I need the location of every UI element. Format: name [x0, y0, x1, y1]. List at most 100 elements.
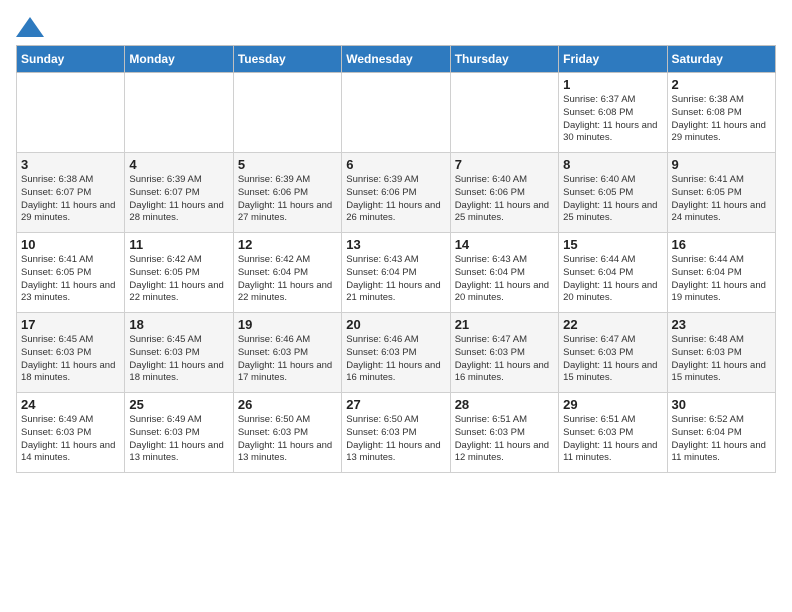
calendar-cell	[125, 73, 233, 153]
calendar-cell: 28Sunrise: 6:51 AMSunset: 6:03 PMDayligh…	[450, 393, 558, 473]
day-info: Sunset: 6:03 PM	[563, 347, 662, 360]
day-info: Daylight: 11 hours and 14 minutes.	[21, 440, 120, 466]
day-info: Sunrise: 6:41 AM	[672, 174, 771, 187]
day-number: 20	[346, 317, 445, 332]
calendar-cell: 20 Sunrise: 6:46 AMSunset: 6:03 PMDayligh…	[342, 313, 450, 393]
day-info: Sunset: 6:03 PM	[346, 347, 445, 360]
day-number: 19	[238, 317, 337, 332]
day-info: Sunrise: 6:39 AM	[238, 174, 337, 187]
day-info: Sunrise: 6:49 AM	[21, 414, 120, 427]
day-info: Sunrise: 6:43 AM	[455, 254, 554, 267]
day-info: Sunrise: 6:46 AM	[238, 334, 337, 347]
day-number: 26	[238, 397, 337, 412]
day-header-tuesday: Tuesday	[233, 46, 341, 73]
day-number: 3	[21, 157, 120, 172]
day-info: Sunset: 6:06 PM	[346, 187, 445, 200]
calendar-cell: 16Sunrise: 6:44 AMSunset: 6:04 PMDayligh…	[667, 233, 775, 313]
day-number: 17	[21, 317, 120, 332]
day-info: Daylight: 11 hours and 22 minutes.	[129, 280, 228, 306]
day-info: Daylight: 11 hours and 25 minutes.	[455, 200, 554, 226]
day-number: 13	[346, 237, 445, 252]
day-number: 23	[672, 317, 771, 332]
day-info: Sunset: 6:03 PM	[21, 347, 120, 360]
calendar-cell: 26Sunrise: 6:50 AMSunset: 6:03 PMDayligh…	[233, 393, 341, 473]
day-info: Sunrise: 6:50 AM	[346, 414, 445, 427]
day-info: Daylight: 11 hours and 13 minutes.	[129, 440, 228, 466]
day-info: Daylight: 11 hours and 30 minutes.	[563, 120, 662, 146]
day-header-wednesday: Wednesday	[342, 46, 450, 73]
day-info: Daylight: 11 hours and 16 minutes.	[346, 360, 445, 386]
calendar-header-row: SundayMondayTuesdayWednesdayThursdayFrid…	[17, 46, 776, 73]
day-info: Daylight: 11 hours and 11 minutes.	[563, 440, 662, 466]
calendar-cell: 2Sunrise: 6:38 AMSunset: 6:08 PMDaylight…	[667, 73, 775, 153]
day-info: Sunset: 6:03 PM	[129, 427, 228, 440]
day-info: Sunrise: 6:48 AM	[672, 334, 771, 347]
day-info: Sunrise: 6:52 AM	[672, 414, 771, 427]
day-number: 7	[455, 157, 554, 172]
day-number: 1	[563, 77, 662, 92]
calendar-cell: 19Sunrise: 6:46 AMSunset: 6:03 PMDayligh…	[233, 313, 341, 393]
day-number: 9	[672, 157, 771, 172]
day-number: 6	[346, 157, 445, 172]
day-info: Sunrise: 6:43 AM	[346, 254, 445, 267]
day-number: 15	[563, 237, 662, 252]
day-header-sunday: Sunday	[17, 46, 125, 73]
calendar-cell: 17Sunrise: 6:45 AMSunset: 6:03 PMDayligh…	[17, 313, 125, 393]
day-number: 11	[129, 237, 228, 252]
calendar-cell: 3Sunrise: 6:38 AMSunset: 6:07 PMDaylight…	[17, 153, 125, 233]
day-info: Sunset: 6:03 PM	[455, 427, 554, 440]
page-header	[16, 16, 776, 37]
day-info: Sunset: 6:04 PM	[563, 267, 662, 280]
calendar-week-row: 24Sunrise: 6:49 AMSunset: 6:03 PMDayligh…	[17, 393, 776, 473]
calendar-cell: 24Sunrise: 6:49 AMSunset: 6:03 PMDayligh…	[17, 393, 125, 473]
calendar-cell: 18Sunrise: 6:45 AMSunset: 6:03 PMDayligh…	[125, 313, 233, 393]
day-info: Sunset: 6:03 PM	[672, 347, 771, 360]
day-info: Sunrise: 6:40 AM	[455, 174, 554, 187]
day-info: Daylight: 11 hours and 18 minutes.	[21, 360, 120, 386]
calendar-cell: 11Sunrise: 6:42 AMSunset: 6:05 PMDayligh…	[125, 233, 233, 313]
day-number: 14	[455, 237, 554, 252]
day-number: 10	[21, 237, 120, 252]
day-header-monday: Monday	[125, 46, 233, 73]
day-number: 8	[563, 157, 662, 172]
day-header-saturday: Saturday	[667, 46, 775, 73]
day-info: Sunrise: 6:38 AM	[21, 174, 120, 187]
calendar-cell: 7Sunrise: 6:40 AMSunset: 6:06 PMDaylight…	[450, 153, 558, 233]
day-info: Sunrise: 6:41 AM	[21, 254, 120, 267]
day-info: Sunrise: 6:51 AM	[563, 414, 662, 427]
logo	[16, 16, 48, 37]
day-info: Daylight: 11 hours and 23 minutes.	[21, 280, 120, 306]
day-info: Sunset: 6:04 PM	[672, 427, 771, 440]
calendar-cell: 6Sunrise: 6:39 AMSunset: 6:06 PMDaylight…	[342, 153, 450, 233]
day-info: Sunrise: 6:37 AM	[563, 94, 662, 107]
calendar-cell: 10 Sunrise: 6:41 AMSunset: 6:05 PMDayligh…	[17, 233, 125, 313]
day-info: Sunrise: 6:49 AM	[129, 414, 228, 427]
day-info: Daylight: 11 hours and 13 minutes.	[346, 440, 445, 466]
day-info: Sunset: 6:08 PM	[672, 107, 771, 120]
day-info: Sunrise: 6:39 AM	[129, 174, 228, 187]
day-info: Daylight: 11 hours and 13 minutes.	[238, 440, 337, 466]
calendar-week-row: 10Sunrise: 6:41 AMSunset: 6:05 PMDayligh…	[17, 233, 776, 313]
calendar-table: SundayMondayTuesdayWednesdayThursdayFrid…	[16, 45, 776, 473]
day-info: Sunset: 6:04 PM	[346, 267, 445, 280]
day-info: Sunrise: 6:39 AM	[346, 174, 445, 187]
day-info: Sunrise: 6:45 AM	[129, 334, 228, 347]
calendar-cell: 22Sunrise: 6:47 AMSunset: 6:03 PMDayligh…	[559, 313, 667, 393]
calendar-cell: 9Sunrise: 6:41 AMSunset: 6:05 PMDaylight…	[667, 153, 775, 233]
calendar-cell: 4Sunrise: 6:39 AMSunset: 6:07 PMDaylight…	[125, 153, 233, 233]
calendar-cell: 1Sunrise: 6:37 AMSunset: 6:08 PMDaylight…	[559, 73, 667, 153]
day-info: Sunset: 6:05 PM	[21, 267, 120, 280]
day-info: Sunset: 6:05 PM	[563, 187, 662, 200]
calendar-cell	[233, 73, 341, 153]
calendar-cell	[342, 73, 450, 153]
day-info: Sunset: 6:03 PM	[563, 427, 662, 440]
day-number: 28	[455, 397, 554, 412]
calendar-cell: 23Sunrise: 6:48 AMSunset: 6:03 PMDayligh…	[667, 313, 775, 393]
calendar-cell: 21Sunrise: 6:47 AMSunset: 6:03 PMDayligh…	[450, 313, 558, 393]
day-info: Sunrise: 6:46 AM	[346, 334, 445, 347]
day-info: Daylight: 11 hours and 29 minutes.	[21, 200, 120, 226]
day-info: Sunset: 6:05 PM	[129, 267, 228, 280]
calendar-cell: 5Sunrise: 6:39 AMSunset: 6:06 PMDaylight…	[233, 153, 341, 233]
day-info: Sunset: 6:03 PM	[238, 347, 337, 360]
calendar-cell: 15Sunrise: 6:44 AMSunset: 6:04 PMDayligh…	[559, 233, 667, 313]
